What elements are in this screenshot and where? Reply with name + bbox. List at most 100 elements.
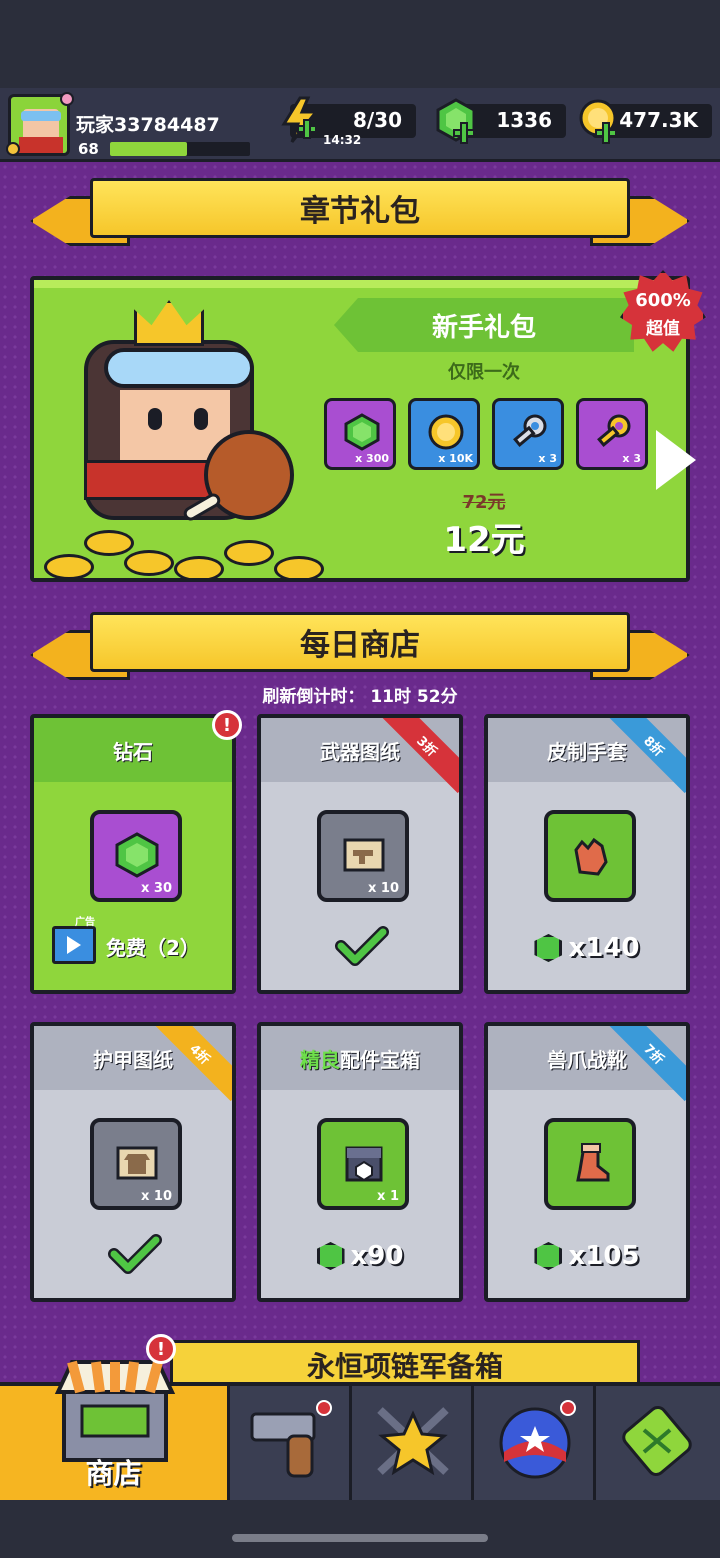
- crown-icon: [134, 300, 204, 346]
- gem-icon: [316, 1242, 345, 1270]
- coin-icon: [274, 556, 324, 578]
- gift-item-qty: x 300: [355, 452, 389, 465]
- gift-limit-text: 仅限一次: [448, 362, 520, 383]
- bottom-navbar: 商店: [0, 1360, 720, 1500]
- gift-item-qty: x 3: [538, 452, 557, 465]
- shop-item-icon-box: x 30: [90, 810, 182, 902]
- gift-pack-name: 新手礼包: [334, 298, 634, 352]
- meat-icon: [204, 430, 294, 520]
- nav-tab-battle[interactable]: [352, 1386, 474, 1500]
- next-pack-arrow-icon[interactable]: [656, 430, 706, 500]
- gift-item-gold-keys[interactable]: x 3: [576, 398, 648, 470]
- evolve-icon: [622, 1406, 692, 1476]
- silver-key-icon: [513, 414, 547, 447]
- hero-illustration: [44, 290, 364, 578]
- energy-value: 8/30: [352, 108, 402, 132]
- shop-item-name: 钻石: [34, 718, 232, 782]
- value-badge: 600% 超值: [620, 270, 706, 356]
- shop-item-armor-blueprint[interactable]: 护甲图纸 4折 x 10: [30, 1022, 236, 1302]
- home-indicator[interactable]: [232, 1534, 488, 1542]
- rarity-label: 精良: [300, 1047, 340, 1072]
- gift-item-silver-keys[interactable]: x 3: [492, 398, 564, 470]
- hero-eye: [194, 408, 208, 430]
- shop-item-name-rest: 配件宝箱: [340, 1047, 420, 1072]
- purchased-check-icon: [335, 926, 389, 966]
- shop-item-weapon-blueprint[interactable]: 武器图纸 3折 x 10: [257, 714, 463, 994]
- chapter-section-title: 章节礼包: [90, 178, 630, 238]
- boots-icon: [576, 1143, 610, 1182]
- weapon-icon: [250, 1400, 332, 1478]
- status-strip: [0, 0, 720, 88]
- nav-tab-shop[interactable]: 商店: [0, 1360, 230, 1500]
- chest-icon: [345, 1146, 383, 1182]
- energy-timer: 14:32: [323, 133, 362, 147]
- player-level: 68: [78, 140, 99, 158]
- weapon-blueprint-icon: [343, 838, 385, 872]
- free-claim-button[interactable]: 免费（2）: [106, 932, 200, 961]
- shop-item-icon-box: [544, 1118, 636, 1210]
- daily-shop-banner: 每日商店: [30, 612, 690, 682]
- coin-icon: [84, 530, 134, 556]
- battle-icon: [377, 1407, 449, 1476]
- shop-item-price[interactable]: x105: [488, 1236, 686, 1276]
- ad-label: 广告: [75, 917, 95, 928]
- shop-item-icon-box: x 10: [317, 810, 409, 902]
- refresh-countdown: 刷新倒计时： 11时 52分: [262, 687, 458, 707]
- price-value: x105: [568, 1241, 640, 1271]
- nav-tab-weapons[interactable]: [230, 1386, 352, 1500]
- hero-eye: [148, 408, 162, 430]
- gem-add-icon[interactable]: [436, 98, 478, 144]
- shop-item-gems[interactable]: 钻石 x 30 广告 免费（2）: [30, 714, 236, 994]
- talent-icon: [499, 1400, 576, 1479]
- starter-pack-card[interactable]: 新手礼包 仅限一次 x 300 x 10K x 3 x 3 72元 12元: [30, 276, 690, 582]
- gem-icon: [344, 413, 380, 451]
- avatar-headband: [21, 111, 61, 121]
- daily-shop-title: 每日商店: [90, 612, 630, 672]
- purchased-check-icon: [108, 1234, 162, 1274]
- value-badge-label: 超值: [646, 319, 680, 339]
- gem-icon: [115, 832, 159, 878]
- coin-pile-icon: [44, 510, 364, 578]
- armor-blueprint-icon: [116, 1146, 158, 1180]
- shop-item-name: 精良 配件宝箱: [261, 1026, 459, 1090]
- shop-item-price[interactable]: x90: [261, 1236, 459, 1276]
- shop-item-qty: x 10: [140, 1189, 172, 1204]
- value-badge-percent: 600%: [635, 290, 691, 311]
- shop-item-icon-box: [544, 810, 636, 902]
- coin-icon: [224, 540, 274, 566]
- gift-item-coins[interactable]: x 10K: [408, 398, 480, 470]
- chapter-section-banner: 章节礼包: [30, 178, 690, 248]
- shop-alert-badge: !: [146, 1334, 176, 1364]
- coin-add-icon[interactable]: [578, 98, 620, 144]
- shop-item-leather-gloves[interactable]: 皮制手套 8折 x140: [484, 714, 690, 994]
- gem-value: 1336: [496, 108, 552, 132]
- coin-icon: [174, 556, 224, 578]
- card-highlight: [34, 280, 686, 288]
- xp-bar-fill: [110, 142, 187, 156]
- flower-icon: [6, 142, 20, 156]
- burst-icon: [620, 270, 706, 352]
- gift-item-gems[interactable]: x 300: [324, 398, 396, 470]
- gem-icon: [534, 1242, 563, 1270]
- nav-tab-evolve[interactable]: [596, 1386, 720, 1500]
- nav-tab-label: 商店: [85, 1457, 142, 1490]
- gem-icon: [534, 934, 563, 962]
- gloves-icon: [574, 837, 608, 876]
- energy-bolt-icon: [281, 96, 320, 143]
- nav-tab-talent[interactable]: [474, 1386, 596, 1500]
- shop-item-price[interactable]: x140: [488, 928, 686, 968]
- price-value: x140: [568, 933, 640, 963]
- shop-item-qty: x 10: [367, 881, 399, 896]
- gold-key-icon: [597, 414, 631, 447]
- hero-visor: [104, 348, 254, 388]
- shop-item-accessory-chest[interactable]: 精良 配件宝箱 x 1 x90: [257, 1022, 463, 1302]
- video-ad-icon: 广告: [52, 917, 96, 964]
- shop-item-qty: x 30: [140, 881, 172, 896]
- gift-original-price: 72元: [462, 492, 506, 513]
- shop-content: 章节礼包 新手礼包 仅限一次 x 300 x 10K x 3 x 3 72元 1…: [0, 162, 720, 1382]
- gift-price-button[interactable]: 12元: [334, 512, 634, 561]
- coin-icon: [428, 414, 464, 450]
- xp-bar: [110, 142, 250, 156]
- shop-item-claw-boots[interactable]: 兽爪战靴 7折 x105: [484, 1022, 690, 1302]
- avatar-scarf: [19, 137, 63, 153]
